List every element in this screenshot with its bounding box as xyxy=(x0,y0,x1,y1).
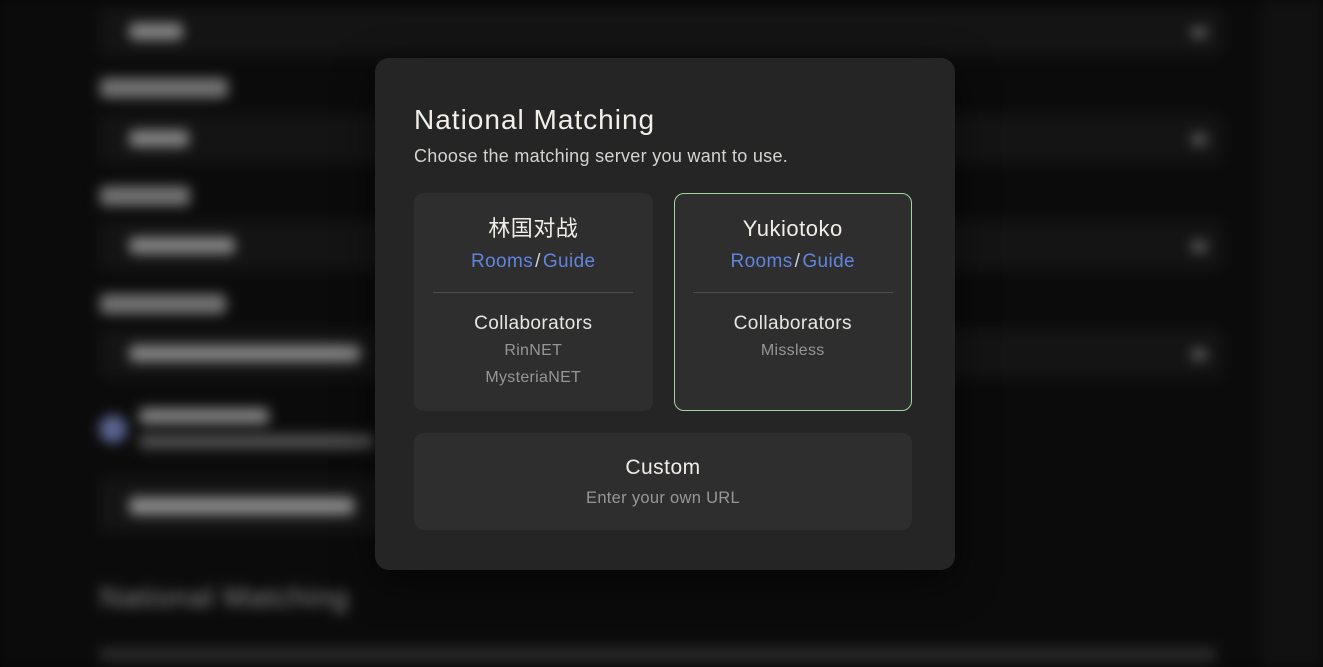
rooms-link[interactable]: Rooms xyxy=(730,251,792,272)
card-divider xyxy=(693,292,893,293)
custom-card-subtitle: Enter your own URL xyxy=(414,485,912,511)
guide-link[interactable]: Guide xyxy=(543,251,596,272)
server-links: Rooms/Guide xyxy=(415,248,652,276)
link-separator: / xyxy=(793,251,803,272)
guide-link[interactable]: Guide xyxy=(802,251,855,272)
screen: National Matching National Matching Choo… xyxy=(0,0,1323,667)
server-cards-row: 林国对战 Rooms/Guide Collaborators RinNET My… xyxy=(414,193,912,411)
server-card-linguo[interactable]: 林国对战 Rooms/Guide Collaborators RinNET My… xyxy=(414,193,653,411)
card-divider xyxy=(433,292,633,293)
custom-card-title: Custom xyxy=(414,453,912,483)
collaborators-heading: Collaborators xyxy=(675,311,912,337)
modal-subtitle: Choose the matching server you want to u… xyxy=(414,143,955,169)
collaborator-name: RinNET xyxy=(415,337,652,364)
collaborator-name: Missless xyxy=(675,337,912,364)
server-links: Rooms/Guide xyxy=(675,248,912,276)
server-name: 林国对战 xyxy=(415,214,652,244)
custom-server-card[interactable]: Custom Enter your own URL xyxy=(414,433,912,530)
modal-title: National Matching xyxy=(414,103,955,137)
collaborator-name: MysteriaNET xyxy=(415,364,652,391)
server-name: Yukiotoko xyxy=(675,214,912,244)
national-matching-modal: National Matching Choose the matching se… xyxy=(375,58,955,570)
server-card-yukiotoko[interactable]: Yukiotoko Rooms/Guide Collaborators Miss… xyxy=(674,193,913,411)
link-separator: / xyxy=(533,251,543,272)
collaborators-heading: Collaborators xyxy=(415,311,652,337)
rooms-link[interactable]: Rooms xyxy=(471,251,533,272)
